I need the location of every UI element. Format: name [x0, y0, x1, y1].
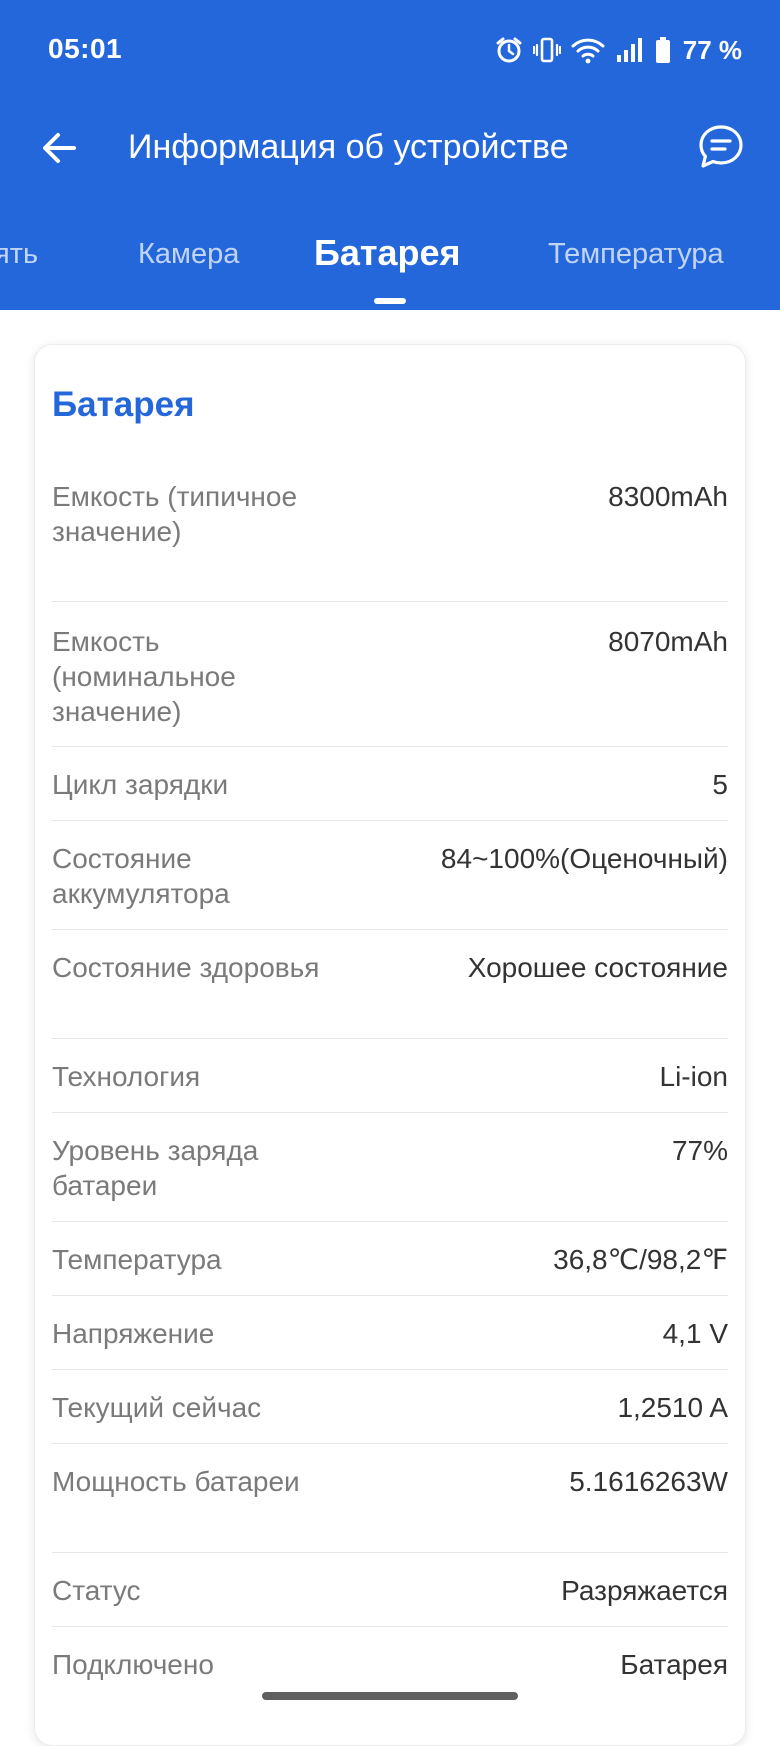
info-label: Статус — [52, 1575, 141, 1606]
info-value: 8300mAh — [608, 481, 728, 512]
info-label: Текущий сейчас — [52, 1392, 262, 1423]
signal-icon — [615, 36, 645, 64]
info-row-plugged: Подключено Батарея — [52, 1627, 728, 1701]
info-row-technology: Технология Li-ion — [52, 1039, 728, 1113]
info-row-battery-condition: Состояние аккумулятора 84~100%(Оценочный… — [52, 821, 728, 930]
info-label: Подключено — [52, 1649, 214, 1680]
info-row-charge-cycles: Цикл зарядки 5 — [52, 747, 728, 821]
info-label: Напряжение — [52, 1318, 215, 1349]
info-row-temperature: Температура 36,8℃/98,2℉ — [52, 1222, 728, 1296]
info-label: Состояние аккумулятора — [52, 843, 230, 909]
info-value: Хорошее состояние — [467, 952, 728, 983]
feedback-button[interactable] — [696, 122, 746, 172]
arrow-left-icon — [43, 133, 76, 163]
info-row-power: Мощность батареи 5.1616263W — [52, 1444, 728, 1553]
info-label: Емкость (номинальное значение) — [52, 626, 236, 727]
info-row-capacity-rated: Емкость (номинальное значение) 8070mAh — [52, 602, 728, 747]
info-value: 84~100%(Оценочный) — [440, 843, 728, 874]
status-icons: 77 % — [495, 32, 742, 68]
info-row-voltage: Напряжение 4,1 V — [52, 1296, 728, 1370]
battery-info-card: Батарея Емкость (типичное значение) 8300… — [34, 344, 746, 1746]
battery-icon — [655, 36, 671, 64]
info-value: 5.1616263W — [569, 1466, 728, 1497]
tab-memory[interactable]: ять — [0, 238, 38, 271]
info-label: Температура — [52, 1244, 222, 1275]
app-bar: Информация об устройстве — [0, 112, 780, 184]
info-value: 4,1 V — [662, 1318, 728, 1349]
back-button[interactable] — [38, 126, 82, 170]
info-label: Емкость (типичное значение) — [52, 481, 298, 547]
info-row-status: Статус Разряжается — [52, 1553, 728, 1627]
wifi-icon — [571, 36, 605, 64]
info-row-current: Текущий сейчас 1,2510 A — [52, 1370, 728, 1444]
tab-bar: ять Камера Батарея Температура — [0, 226, 780, 310]
info-label: Состояние здоровья — [52, 952, 320, 983]
status-bar: 05:01 77 % — [0, 0, 780, 100]
card-title: Батарея — [52, 385, 195, 424]
info-label: Уровень заряда батареи — [52, 1135, 259, 1201]
info-value: Батарея — [620, 1649, 728, 1680]
info-row-charge-level: Уровень заряда батареи 77% — [52, 1113, 728, 1222]
chat-bubble-icon — [699, 125, 743, 168]
tab-battery[interactable]: Батарея — [314, 232, 461, 274]
vibrate-icon — [532, 36, 561, 64]
info-value: 77% — [671, 1135, 728, 1166]
info-value: 5 — [712, 769, 728, 800]
tab-temperature[interactable]: Температура — [548, 238, 724, 271]
info-value: Li-ion — [659, 1061, 728, 1092]
page-title: Информация об устройстве — [128, 128, 569, 166]
info-value: Разряжается — [561, 1575, 728, 1606]
info-value: 36,8℃/98,2℉ — [553, 1244, 728, 1275]
battery-info-list: Емкость (типичное значение) 8300mAh Емко… — [52, 457, 728, 1701]
tab-camera[interactable]: Камера — [138, 238, 239, 271]
battery-percent: 77 % — [682, 34, 742, 65]
info-value: 1,2510 A — [617, 1392, 728, 1423]
status-time: 05:01 — [48, 33, 123, 64]
info-row-health: Состояние здоровья Хорошее состояние — [52, 930, 728, 1039]
gesture-nav-handle[interactable] — [262, 1692, 518, 1700]
info-row-capacity-typical: Емкость (типичное значение) 8300mAh — [52, 457, 728, 602]
info-label: Цикл зарядки — [52, 769, 229, 800]
alarm-icon — [495, 36, 523, 64]
app-header: 05:01 77 % Информация об устройстве ять … — [0, 0, 780, 310]
info-label: Мощность батареи — [52, 1466, 300, 1497]
info-label: Технология — [52, 1061, 201, 1092]
active-tab-indicator — [374, 298, 406, 304]
info-value: 8070mAh — [608, 626, 728, 657]
